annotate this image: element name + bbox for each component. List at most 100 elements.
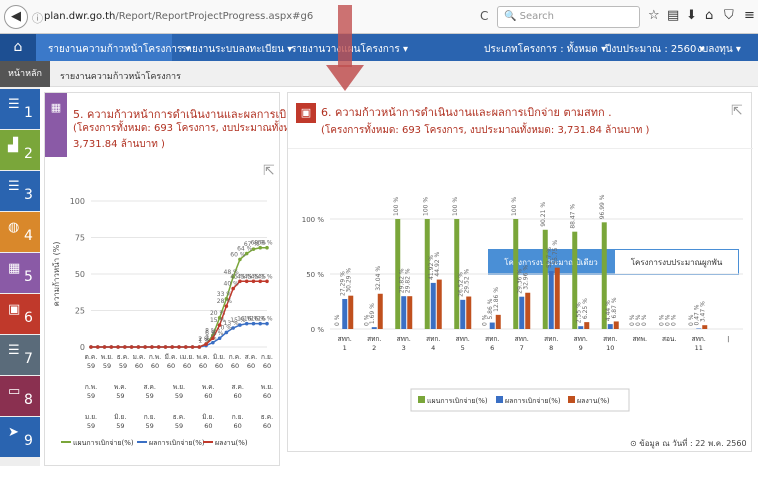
x-tick-year: 59 <box>103 362 111 370</box>
breadcrumb-home[interactable]: หน้าหลัก <box>0 61 50 87</box>
bar-label: 44.92 % <box>434 252 441 277</box>
data-point <box>95 345 100 349</box>
calendar-icon: ▦ <box>45 93 67 157</box>
x-tick-month: ส.ค. <box>231 383 243 391</box>
legend-label: แผนการเบิกจ่าย(%) <box>73 439 134 447</box>
bar-label: 100 % <box>393 197 400 216</box>
legend-swatch <box>568 396 575 403</box>
x-tick-year: 60 <box>135 362 143 370</box>
bar-label: 55.75 % <box>552 240 559 265</box>
sidebar-item-3[interactable]: ☰ 3 <box>0 171 40 211</box>
sidebar-item-2[interactable]: ▟ 2 <box>0 130 40 170</box>
sidebar-item-7[interactable]: ☰ 7 <box>0 335 40 375</box>
reload-icon[interactable]: C <box>480 9 488 23</box>
nav-item-registration[interactable]: รายงานระบบลงทะเบียน ▾ <box>181 42 292 57</box>
download-icon[interactable]: ⬇ <box>686 8 697 23</box>
y-tick-label: 25 <box>75 307 85 316</box>
category-label: 4 <box>431 344 435 352</box>
x-tick-month: เม.ย. <box>180 353 194 361</box>
bar-label: 3.47 % <box>700 301 707 322</box>
bar <box>584 322 590 329</box>
sidebar-num: 7 <box>24 351 33 367</box>
bar-label: 6.25 % <box>582 298 589 319</box>
bar <box>548 271 554 329</box>
x-tick-month: มี.ค. <box>165 353 178 361</box>
category-label: สทก. <box>397 335 411 343</box>
x-tick-month: ก.ค. <box>229 353 241 361</box>
x-tick-month: ก.พ. <box>85 383 97 391</box>
x-tick-year: 59 <box>119 362 127 370</box>
category-label: สทก. <box>515 335 529 343</box>
bar <box>613 321 619 329</box>
sidebar-num: 3 <box>24 187 33 203</box>
x-tick-year: 59 <box>116 392 124 400</box>
reading-list-icon[interactable]: ▤ <box>667 8 679 23</box>
data-point <box>123 345 127 349</box>
category-label: สทก. <box>603 335 617 343</box>
data-point <box>170 345 175 349</box>
category-label: 3 <box>402 344 406 352</box>
data-label: 45 % <box>257 273 273 280</box>
x-tick-month: ม.ย. <box>85 413 97 421</box>
x-tick-year: 60 <box>247 362 255 370</box>
expand-icon[interactable]: ⇱ <box>263 163 275 179</box>
x-tick-year: 60 <box>151 362 159 370</box>
bar-label: 100 % <box>511 197 518 216</box>
data-point <box>150 345 154 349</box>
nav-item-progress[interactable]: รายงานความก้าวหน้าโครงการ ▾ <box>48 42 191 57</box>
send-icon: ➤ <box>8 425 19 440</box>
sidebar-num: 5 <box>24 269 33 285</box>
sidebar-item-9[interactable]: ➤ 9 <box>0 417 40 457</box>
sidebar-item-1[interactable]: ☰ 1 <box>0 89 40 129</box>
url-field[interactable]: plan.dwr.go.th/Report/ReportProjectProgr… <box>44 11 313 22</box>
x-tick-year: 60 <box>204 422 212 430</box>
category-label: 8 <box>549 344 553 352</box>
bar <box>696 328 702 329</box>
category-label: 11 <box>695 344 703 352</box>
data-point <box>129 345 134 349</box>
data-label: 6 % <box>205 330 217 337</box>
category-label: 9 <box>579 344 583 352</box>
expand-icon[interactable]: ⇱ <box>731 103 743 119</box>
data-label: 28 % <box>217 298 233 305</box>
shield-icon[interactable]: ⛉ <box>724 8 734 23</box>
panel-5-subtitle-2: 3,731.84 ล้านบาท ) <box>73 139 165 150</box>
search-input[interactable]: 🔍 Search <box>497 6 640 28</box>
bar <box>371 327 377 329</box>
x-tick-month: ก.พ. <box>149 353 161 361</box>
y-axis-label: ความก้าวหน้า (%) <box>52 241 61 306</box>
bar-label: 88.47 % <box>570 204 577 229</box>
star-icon[interactable]: ☆ <box>648 8 660 23</box>
x-tick-month: ก.ย. <box>232 413 244 421</box>
home-icon[interactable]: ⌂ <box>705 8 713 23</box>
bar <box>525 292 531 329</box>
data-point <box>163 345 168 349</box>
bar-label: 100 % <box>422 197 429 216</box>
nav-home-icon[interactable]: ⌂ <box>0 34 36 61</box>
bar <box>342 298 348 329</box>
bar-label: 96.99 % <box>599 194 606 219</box>
sidebar-item-6[interactable]: ▣ 6 <box>0 294 40 334</box>
sidebar-item-8[interactable]: ▭ 8 <box>0 376 40 416</box>
bar-label: 12.86 % <box>493 287 500 312</box>
back-icon[interactable]: ◀ <box>4 5 28 29</box>
data-label: 15 % <box>210 317 226 324</box>
sidebar-num: 8 <box>24 392 33 408</box>
x-tick-year: 60 <box>263 392 271 400</box>
main-nav: ⌂ รายงานความก้าวหน้าโครงการ ▾ รายงานระบบ… <box>0 34 758 61</box>
x-tick-month: ก.ย. <box>261 353 273 361</box>
sidebar-item-4[interactable]: ◍ 4 <box>0 212 40 252</box>
sidebar-item-5[interactable]: ▦ 5 <box>0 253 40 293</box>
bar <box>430 282 436 329</box>
bar-label: 0 % <box>334 314 341 326</box>
x-tick-year: 59 <box>175 392 183 400</box>
project-type-filter[interactable]: ประเภทโครงการ : ทั้งหมด ▾ <box>484 42 606 57</box>
category-label: 10 <box>606 344 614 352</box>
data-point <box>197 345 202 349</box>
data-point <box>177 345 181 349</box>
budget-type-filter[interactable]: งบลงทุน ▾ <box>697 42 741 57</box>
fiscal-year-filter[interactable]: ปีงบประมาณ : 2560 ▾ <box>605 42 705 57</box>
series-line <box>91 322 267 348</box>
menu-icon[interactable]: ≡ <box>744 8 755 23</box>
info-icon[interactable]: ⓘ <box>32 10 43 26</box>
